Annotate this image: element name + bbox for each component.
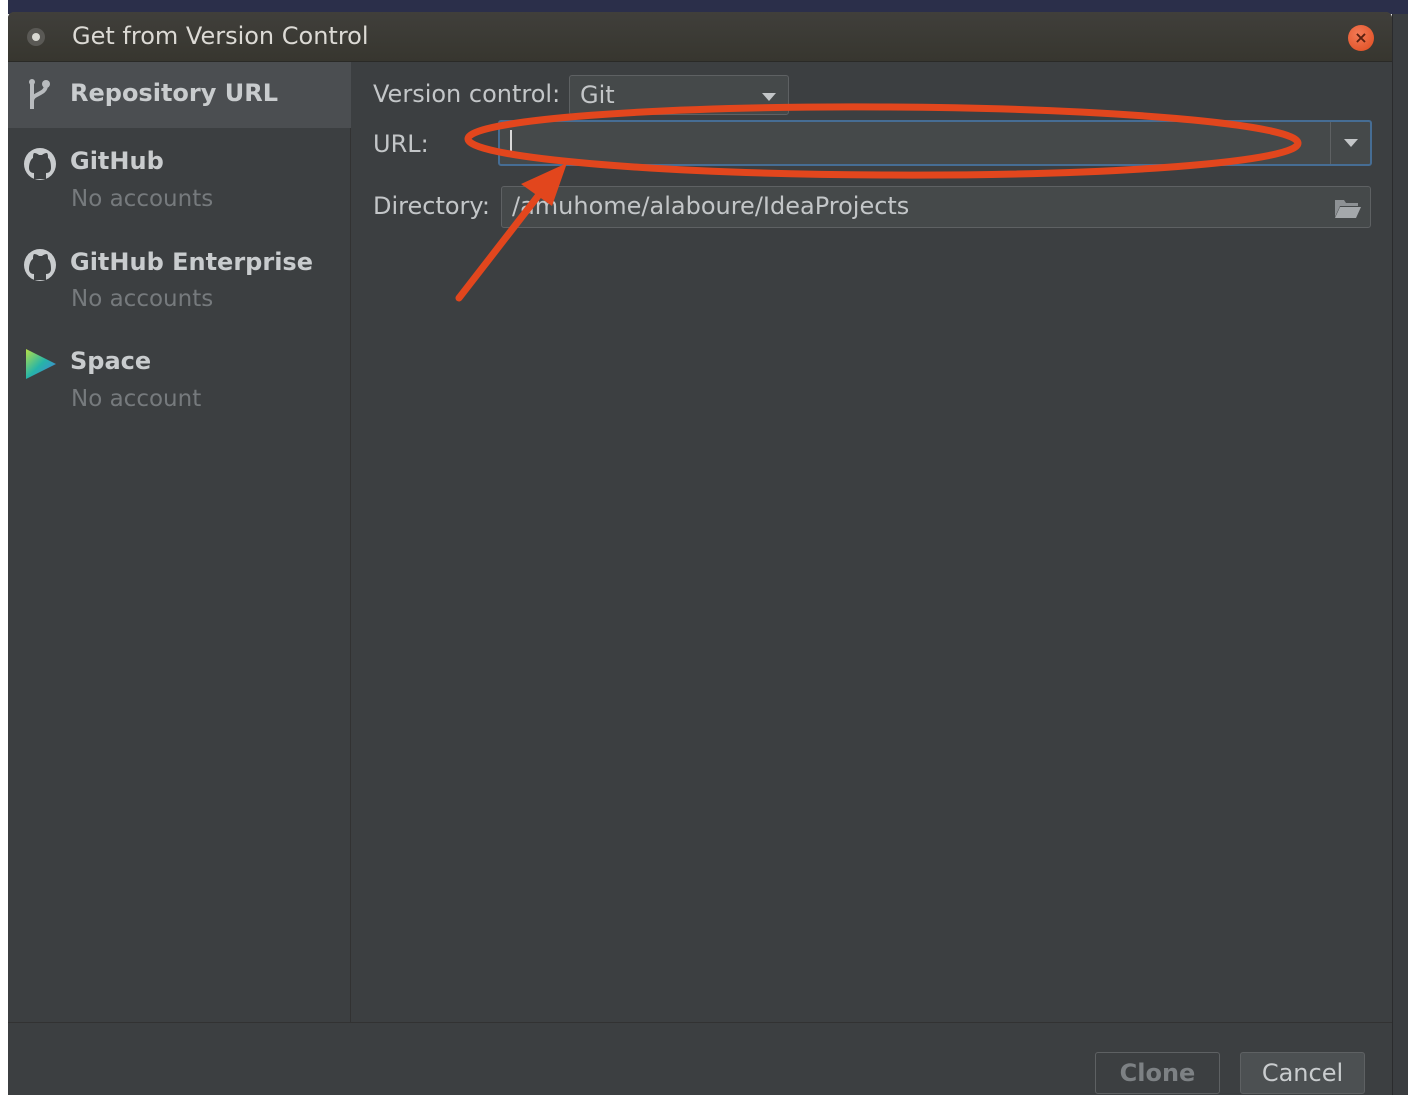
version-control-label: Version control: bbox=[373, 80, 561, 108]
sidebar-item-github-enterprise[interactable]: GitHub Enterprise No accounts bbox=[8, 234, 351, 330]
source-sidebar: Repository URL GitHub No accounts GitHub… bbox=[8, 62, 351, 1022]
background-window-edge bbox=[1392, 14, 1408, 1095]
dialog-footer: Clone Cancel bbox=[8, 1022, 1392, 1095]
dialog-title: Get from Version Control bbox=[72, 22, 369, 50]
folder-icon[interactable] bbox=[1334, 197, 1362, 219]
sidebar-item-label: GitHub bbox=[70, 147, 164, 175]
vcs-branch-icon bbox=[29, 79, 50, 109]
github-icon bbox=[24, 249, 56, 281]
sidebar-item-github[interactable]: GitHub No accounts bbox=[8, 132, 351, 228]
get-from-vcs-dialog: Get from Version Control × Repository UR… bbox=[8, 12, 1392, 1095]
directory-field[interactable]: /amuhome/alaboure/IdeaProjects bbox=[501, 186, 1371, 228]
version-control-value: Git bbox=[580, 81, 615, 109]
sidebar-item-label: Space bbox=[70, 347, 152, 375]
sidebar-item-label: GitHub Enterprise bbox=[70, 248, 313, 276]
url-input[interactable] bbox=[506, 126, 1326, 160]
close-button[interactable]: × bbox=[1348, 25, 1374, 51]
url-field[interactable] bbox=[498, 120, 1372, 166]
sidebar-item-space[interactable]: Space No account bbox=[8, 334, 351, 430]
title-bar: Get from Version Control × bbox=[8, 12, 1392, 62]
directory-label: Directory: bbox=[373, 192, 490, 220]
sidebar-item-subtitle: No account bbox=[71, 386, 202, 412]
url-history-dropdown[interactable] bbox=[1330, 122, 1370, 164]
cancel-button[interactable]: Cancel bbox=[1240, 1052, 1365, 1094]
sidebar-item-subtitle: No accounts bbox=[71, 286, 214, 312]
chevron-down-icon bbox=[1344, 139, 1358, 147]
clone-button[interactable]: Clone bbox=[1095, 1052, 1220, 1094]
chevron-down-icon bbox=[762, 93, 776, 101]
url-label: URL: bbox=[373, 130, 429, 158]
space-icon bbox=[26, 349, 56, 379]
sidebar-item-subtitle: No accounts bbox=[71, 186, 214, 212]
text-cursor bbox=[510, 130, 512, 156]
directory-value: /amuhome/alaboure/IdeaProjects bbox=[512, 192, 910, 220]
github-icon bbox=[24, 148, 56, 180]
sidebar-item-label: Repository URL bbox=[70, 79, 278, 107]
form-panel: Version control: Git URL: Directory: /am… bbox=[351, 62, 1392, 1022]
window-menu-icon[interactable] bbox=[27, 28, 45, 46]
sidebar-item-repository-url[interactable]: Repository URL bbox=[8, 62, 351, 128]
version-control-select[interactable]: Git bbox=[569, 75, 789, 115]
